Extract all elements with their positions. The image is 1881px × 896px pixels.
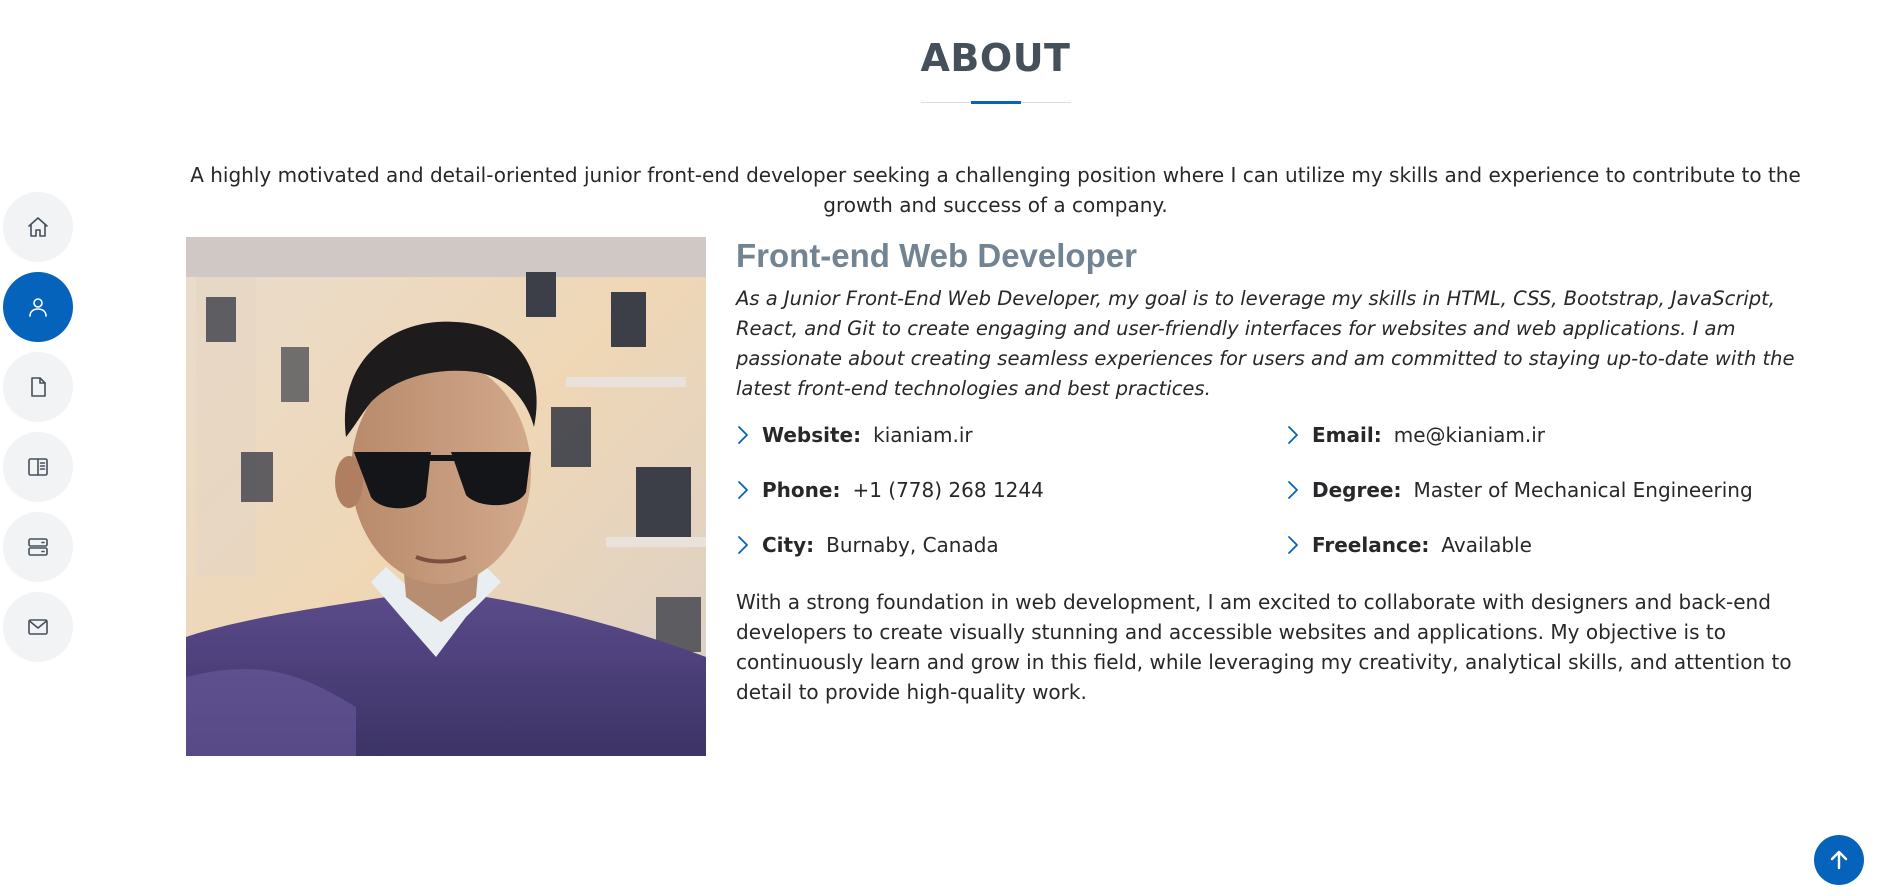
file-icon: [31, 377, 46, 397]
fact-value: kianiam.ir: [873, 423, 973, 447]
fact-label: City:: [762, 533, 815, 557]
role-heading: Front-end Web Developer: [736, 237, 1137, 274]
fact-value: Available: [1441, 533, 1532, 557]
chevron-right-icon: [1286, 424, 1300, 446]
facts-list: Website: kianiam.ir Email: me@kianiam.ir…: [736, 420, 1816, 560]
role-lead: As a Junior Front-End Web Developer, my …: [736, 287, 1795, 400]
server-icon: [28, 538, 48, 556]
nav-services-button[interactable]: [3, 512, 73, 582]
home-icon: [28, 217, 48, 237]
fact-label: Degree:: [1312, 478, 1402, 502]
envelope-icon: [28, 619, 48, 635]
fact-phone: Phone: +1 (778) 268 1244: [736, 475, 1286, 505]
fact-label: Email:: [1312, 423, 1382, 447]
fact-website: Website: kianiam.ir: [736, 420, 1286, 450]
nav-portfolio-button[interactable]: [3, 432, 73, 502]
fact-value: me@kianiam.ir: [1393, 423, 1546, 447]
nav-contact-button[interactable]: [3, 592, 73, 662]
nav-home-button[interactable]: [3, 192, 73, 262]
chevron-right-icon: [736, 424, 750, 446]
person-icon: [29, 298, 47, 317]
fact-label: Website:: [762, 423, 862, 447]
about-closing: With a strong foundation in web developm…: [736, 590, 1792, 704]
back-to-top-button[interactable]: [1814, 835, 1864, 885]
about-title: ABOUT: [920, 36, 1071, 80]
arrow-up-icon: [1830, 850, 1848, 870]
about-content: Front-end Web Developer As a Junior Fron…: [736, 236, 1816, 707]
fact-value: +1 (778) 268 1244: [852, 478, 1044, 502]
fact-label: Phone:: [762, 478, 841, 502]
chevron-right-icon: [1286, 479, 1300, 501]
book-icon: [28, 458, 48, 476]
fact-city: City: Burnaby, Canada: [736, 530, 1286, 560]
profile-photo: [186, 237, 706, 756]
title-underline: [920, 101, 1071, 104]
nav-about-button[interactable]: [3, 272, 73, 342]
fact-value: Master of Mechanical Engineering: [1413, 478, 1753, 502]
about-intro: A highly motivated and detail-oriented j…: [190, 163, 1801, 217]
chevron-right-icon: [736, 479, 750, 501]
fact-email: Email: me@kianiam.ir: [1286, 420, 1816, 450]
chevron-right-icon: [1286, 534, 1300, 556]
fact-label: Freelance:: [1312, 533, 1430, 557]
chevron-right-icon: [736, 534, 750, 556]
section-title: ABOUT: [0, 36, 1881, 104]
nav-resume-button[interactable]: [3, 352, 73, 422]
fact-freelance: Freelance: Available: [1286, 530, 1816, 560]
fact-degree: Degree: Master of Mechanical Engineering: [1286, 475, 1816, 505]
fact-value: Burnaby, Canada: [826, 533, 999, 557]
side-nav: [3, 192, 73, 662]
